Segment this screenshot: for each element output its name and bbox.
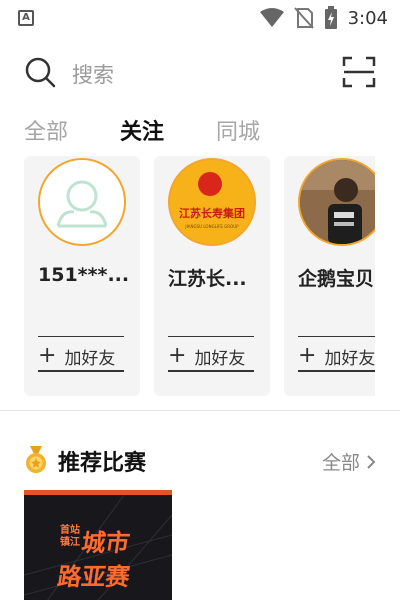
avatar[interactable]: 江苏长寿集团 JIANGSU LONGLIFE GROUP [168, 158, 256, 246]
wifi-icon [259, 8, 284, 27]
recommend-user-list: 151***... + 加好友 江苏长寿集团 JIANGSU LONGLIFE … [0, 156, 375, 396]
divider [168, 336, 254, 337]
add-friend-button[interactable]: + 加好友 [38, 344, 142, 369]
user-name[interactable]: 151***... [38, 264, 138, 286]
no-sim-icon [293, 7, 314, 29]
avatar[interactable] [38, 158, 126, 246]
battery-charging-icon [324, 6, 337, 29]
add-friend-button[interactable]: + 加好友 [298, 344, 375, 369]
plus-icon: + [298, 344, 317, 368]
tab-following[interactable]: 关注 [120, 114, 164, 146]
divider [38, 336, 124, 337]
user-card[interactable]: 江苏长寿集团 JIANGSU LONGLIFE GROUP 江苏长... + 加… [154, 156, 270, 396]
add-friend-label: 加好友 [194, 348, 246, 369]
tab-all[interactable]: 全部 [24, 114, 68, 146]
divider [298, 336, 375, 337]
status-icons: 3:04 [259, 4, 388, 32]
recommend-match-header: 推荐比赛 全部 [0, 440, 400, 480]
section-title: 推荐比赛 [58, 451, 147, 476]
add-friend-label: 加好友 [64, 348, 116, 369]
default-avatar-icon [56, 180, 108, 228]
status-time: 3:04 [347, 7, 388, 29]
svg-text:江苏长寿集团: 江苏长寿集团 [179, 206, 245, 220]
divider [298, 370, 375, 372]
user-card[interactable]: 企鹅宝贝 + 加好友 [284, 156, 375, 396]
view-all-link[interactable]: 全部 [322, 448, 376, 475]
search-bar[interactable]: 搜索 [0, 50, 400, 94]
section-divider [0, 410, 400, 411]
child-photo-icon [300, 160, 375, 244]
jiangsu-changshou-logo-icon: 江苏长寿集团 JIANGSU LONGLIFE GROUP [172, 162, 252, 242]
scan-icon[interactable] [342, 56, 376, 88]
divider [38, 370, 124, 372]
view-all-label: 全部 [321, 452, 360, 474]
add-friend-label: 加好友 [324, 348, 375, 369]
user-card[interactable]: 151***... + 加好友 [24, 156, 140, 396]
avatar[interactable] [298, 158, 375, 246]
status-bar: A 3:04 [0, 0, 400, 36]
svg-text:JIANGSU LONGLIFE GROUP: JIANGSU LONGLIFE GROUP [184, 224, 239, 229]
match-card[interactable]: 首站 镇江 城市 路亚赛 [24, 490, 172, 600]
match-title-secondary: 路亚赛 [55, 563, 132, 591]
plus-icon: + [38, 344, 57, 368]
plus-icon: + [168, 344, 187, 368]
notification-a-icon: A [18, 10, 34, 26]
feed-tabs: 全部 关注 同城 [0, 114, 400, 154]
chevron-right-icon [367, 454, 376, 469]
search-placeholder[interactable]: 搜索 [72, 59, 114, 89]
search-icon[interactable] [24, 56, 56, 88]
user-name[interactable]: 江苏长... [168, 264, 268, 291]
user-name[interactable]: 企鹅宝贝 [298, 264, 375, 291]
divider [168, 370, 254, 372]
medal-icon [26, 446, 46, 473]
add-friend-button[interactable]: + 加好友 [168, 344, 272, 369]
match-title: 城市 [79, 529, 132, 557]
tab-local[interactable]: 同城 [216, 114, 260, 146]
